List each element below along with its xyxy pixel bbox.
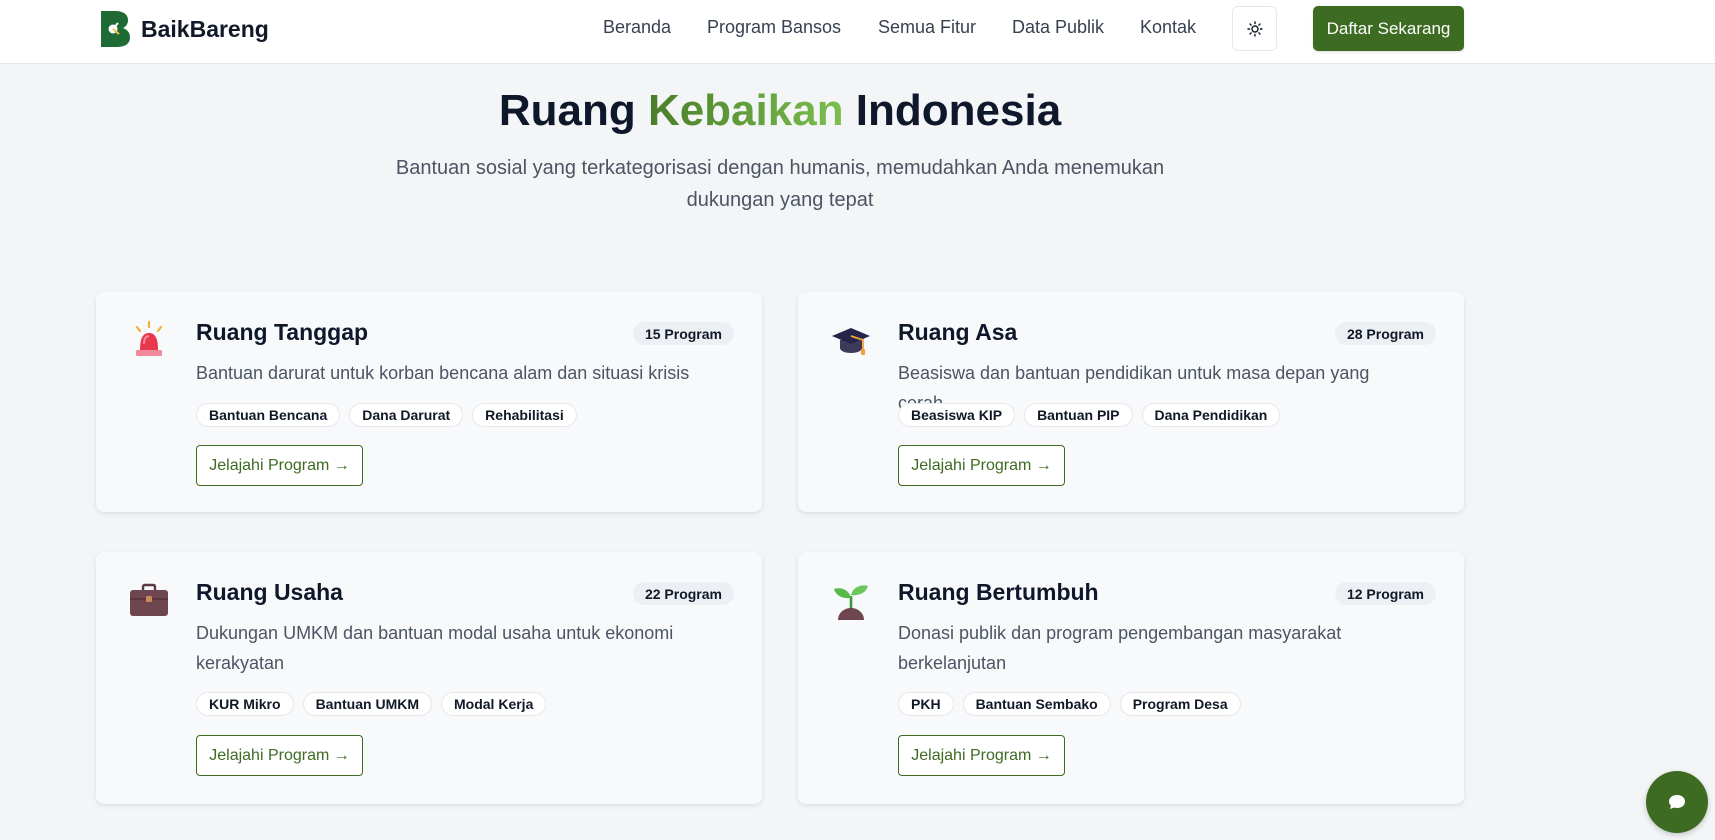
register-button[interactable]: Daftar Sekarang <box>1313 6 1464 51</box>
tag-list: Beasiswa KIP Bantuan PIP Dana Pendidikan <box>898 403 1281 427</box>
nav-link-kontak[interactable]: Kontak <box>1140 17 1196 38</box>
page-title-accent: Kebaikan <box>647 86 844 135</box>
tag-list: Bantuan Bencana Dana Darurat Rehabilitas… <box>196 403 577 427</box>
page-subtitle: Bantuan sosial yang terkategorisasi deng… <box>395 157 1165 211</box>
nav-link-data-publik[interactable]: Data Publik <box>1012 17 1104 38</box>
tag[interactable]: PKH <box>898 692 954 716</box>
explore-program-button[interactable]: Jelajahi Program → <box>898 445 1065 486</box>
siren-icon <box>135 320 163 356</box>
explore-program-button[interactable]: Jelajahi Program → <box>898 735 1065 776</box>
tag[interactable]: Bantuan Sembako <box>962 692 1111 716</box>
tag[interactable]: Beasiswa KIP <box>898 403 1016 427</box>
card-title: Ruang Asa <box>898 319 1018 345</box>
navbar: BaikBareng Beranda Program Bansos Semua … <box>0 0 1715 64</box>
card-description: Donasi publik dan program pengembangan m… <box>898 623 1342 673</box>
nav-link-beranda[interactable]: Beranda <box>603 17 671 38</box>
page-title-before: Ruang <box>498 86 648 135</box>
program-count-badge: 22 Program <box>632 582 734 605</box>
program-count-badge: 15 Program <box>632 322 734 345</box>
brand[interactable]: BaikBareng <box>99 9 269 49</box>
card-description: Dukungan UMKM dan bantuan modal usaha un… <box>196 623 674 673</box>
tag[interactable]: Bantuan PIP <box>1024 403 1133 427</box>
tag-list: KUR Mikro Bantuan UMKM Modal Kerja <box>196 692 547 716</box>
program-count-badge: 12 Program <box>1334 582 1436 605</box>
chat-button[interactable] <box>1646 771 1708 833</box>
tag[interactable]: Program Desa <box>1119 692 1241 716</box>
sun-icon <box>1246 20 1263 37</box>
tag[interactable]: Bantuan UMKM <box>302 692 432 716</box>
tag[interactable]: Rehabilitasi <box>472 403 577 427</box>
explore-program-button[interactable]: Jelajahi Program → <box>196 445 363 486</box>
seedling-icon <box>834 585 868 620</box>
tag[interactable]: Bantuan Bencana <box>196 403 341 427</box>
brand-logo-icon <box>101 11 130 47</box>
theme-toggle-button[interactable] <box>1232 6 1277 51</box>
graduation-cap-icon <box>832 328 870 355</box>
card-ruang-asa: Ruang Asa 28 Program Beasiswa dan bantua… <box>798 292 1464 512</box>
explore-program-button[interactable]: Jelajahi Program → <box>196 735 363 776</box>
tag[interactable]: Dana Darurat <box>349 403 464 427</box>
program-count-badge: 28 Program <box>1334 322 1436 345</box>
card-title: Ruang Bertumbuh <box>898 579 1099 605</box>
tag-list: PKH Bantuan Sembako Program Desa <box>898 692 1241 716</box>
tag[interactable]: Dana Pendidikan <box>1141 403 1281 427</box>
chat-bubble-icon <box>1669 795 1685 809</box>
tag[interactable]: Modal Kerja <box>441 692 547 716</box>
card-title: Ruang Tanggap <box>196 319 369 345</box>
brand-name: BaikBareng <box>141 15 269 42</box>
tag[interactable]: KUR Mikro <box>196 692 294 716</box>
card-ruang-bertumbuh: Ruang Bertumbuh 12 Program Donasi publik… <box>798 552 1464 804</box>
card-ruang-tanggap: Ruang Tanggap 15 Program Bantuan darurat… <box>96 292 762 512</box>
card-ruang-usaha: Ruang Usaha 22 Program Dukungan UMKM dan… <box>96 552 762 804</box>
nav-link-program-bansos[interactable]: Program Bansos <box>707 17 841 38</box>
page-title: Ruang Kebaikan Indonesia <box>0 86 1560 136</box>
card-title: Ruang Usaha <box>196 579 343 605</box>
briefcase-icon <box>130 583 168 616</box>
card-description: Bantuan darurat untuk korban bencana ala… <box>196 363 690 383</box>
nav-link-semua-fitur[interactable]: Semua Fitur <box>878 17 976 38</box>
page-title-after: Indonesia <box>843 86 1062 135</box>
